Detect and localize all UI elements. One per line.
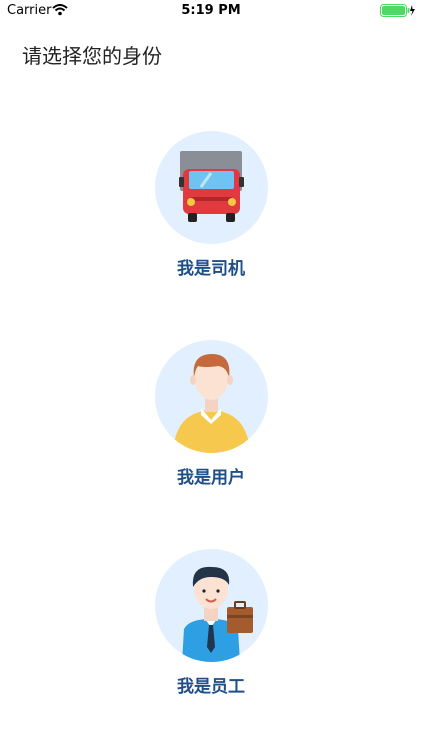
user-avatar <box>154 340 268 453</box>
status-bar: Carrier 5:19 PM <box>0 0 422 22</box>
role-user-option[interactable]: 我是用户 <box>0 340 422 488</box>
role-employee-label: 我是员工 <box>177 677 245 697</box>
role-user-label: 我是用户 <box>177 468 245 488</box>
truck-icon <box>178 151 244 222</box>
employee-icon <box>181 566 253 662</box>
user-icon <box>172 354 250 453</box>
status-time: 5:19 PM <box>181 3 241 18</box>
role-driver-label: 我是司机 <box>177 259 245 279</box>
employee-avatar <box>154 549 268 662</box>
role-employee-option[interactable]: 我是员工 <box>0 549 422 697</box>
page-title: 请选择您的身份 <box>22 44 162 68</box>
role-driver-option[interactable]: 我是司机 <box>0 131 422 279</box>
battery-icon <box>380 4 416 21</box>
driver-avatar <box>154 131 268 244</box>
